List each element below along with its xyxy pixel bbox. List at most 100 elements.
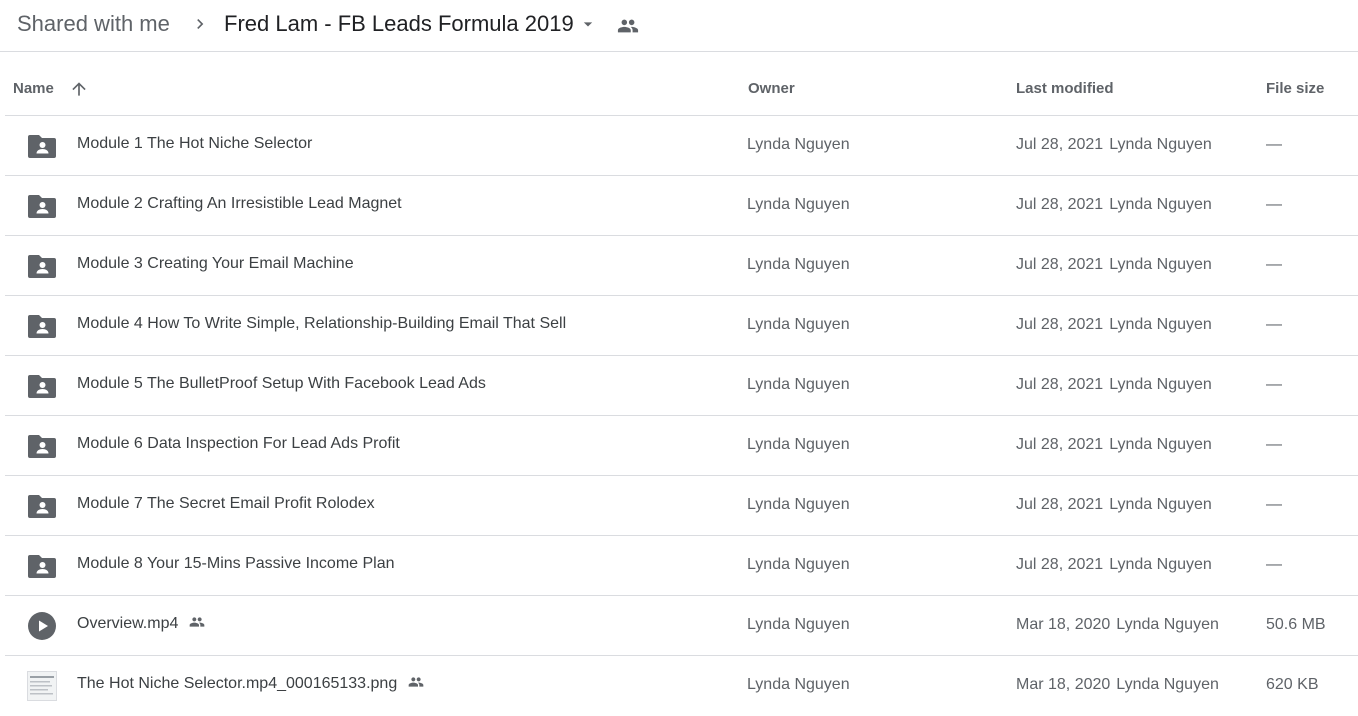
file-last-modified: Jul 28, 2021 Lynda Nguyen xyxy=(1016,136,1212,154)
file-name-text: Module 3 Creating Your Email Machine xyxy=(77,255,354,272)
shared-folder-icon xyxy=(27,313,57,339)
shared-folder-icon xyxy=(27,433,57,459)
video-file-icon xyxy=(27,611,57,640)
arrow-up-icon[interactable] xyxy=(69,79,89,99)
file-name: Module 5 The BulletProof Setup With Face… xyxy=(77,375,486,393)
file-name: Module 4 How To Write Simple, Relationsh… xyxy=(77,315,566,333)
people-icon[interactable] xyxy=(617,15,639,37)
modified-by: Lynda Nguyen xyxy=(1109,196,1212,213)
caret-down-icon[interactable] xyxy=(578,14,598,34)
modified-by: Lynda Nguyen xyxy=(1116,616,1219,633)
shared-folder-icon xyxy=(27,253,57,279)
modified-by: Lynda Nguyen xyxy=(1109,136,1212,153)
column-header-name[interactable]: Name xyxy=(13,80,54,97)
modified-by: Lynda Nguyen xyxy=(1109,256,1212,273)
file-size: — xyxy=(1266,496,1282,513)
file-last-modified: Mar 18, 2020 Lynda Nguyen xyxy=(1016,676,1219,694)
modified-date: Jul 28, 2021 xyxy=(1016,196,1104,213)
column-header-owner[interactable]: Owner xyxy=(748,80,795,97)
modified-date: Jul 28, 2021 xyxy=(1016,556,1104,573)
file-name: Module 1 The Hot Niche Selector xyxy=(77,135,312,153)
file-size: — xyxy=(1266,136,1282,153)
image-thumbnail-icon xyxy=(27,671,57,701)
file-last-modified: Jul 28, 2021 Lynda Nguyen xyxy=(1016,376,1212,394)
column-header-file-size[interactable]: File size xyxy=(1266,80,1324,97)
file-last-modified: Jul 28, 2021 Lynda Nguyen xyxy=(1016,256,1212,274)
file-owner: Lynda Nguyen xyxy=(747,196,850,213)
file-owner: Lynda Nguyen xyxy=(747,376,850,393)
file-name-text: Overview.mp4 xyxy=(77,615,179,632)
modified-date: Jul 28, 2021 xyxy=(1016,496,1104,513)
modified-by: Lynda Nguyen xyxy=(1109,556,1212,573)
file-owner: Lynda Nguyen xyxy=(747,256,850,273)
shared-folder-icon xyxy=(27,553,57,579)
file-size: — xyxy=(1266,256,1282,273)
file-last-modified: Jul 28, 2021 Lynda Nguyen xyxy=(1016,496,1212,514)
breadcrumb-shared-with-me[interactable]: Shared with me xyxy=(17,10,170,38)
file-name: The Hot Niche Selector.mp4_000165133.png xyxy=(77,675,427,693)
shared-folder-icon xyxy=(27,373,57,399)
file-size: — xyxy=(1266,556,1282,573)
shared-folder-icon xyxy=(27,493,57,519)
file-name-text: Module 7 The Secret Email Profit Rolodex xyxy=(77,495,375,512)
file-size: — xyxy=(1266,196,1282,213)
file-owner: Lynda Nguyen xyxy=(747,616,850,633)
file-row[interactable]: Overview.mp4 Lynda Nguyen Mar 18, 2020 Lynd… xyxy=(5,596,1358,656)
file-row[interactable]: Module 1 The Hot Niche Selector Lynda Ngu… xyxy=(5,116,1358,176)
modified-by: Lynda Nguyen xyxy=(1109,436,1212,453)
file-size: 50.6 MB xyxy=(1266,616,1326,633)
file-row[interactable]: Module 8 Your 15-Mins Passive Income Pla… xyxy=(5,536,1358,596)
shared-folder-icon xyxy=(27,133,57,159)
modified-by: Lynda Nguyen xyxy=(1109,496,1212,513)
modified-date: Jul 28, 2021 xyxy=(1016,376,1104,393)
modified-by: Lynda Nguyen xyxy=(1116,676,1219,693)
file-size: — xyxy=(1266,316,1282,333)
modified-date: Jul 28, 2021 xyxy=(1016,436,1104,453)
file-row[interactable]: Module 5 The BulletProof Setup With Face… xyxy=(5,356,1358,416)
file-owner: Lynda Nguyen xyxy=(747,436,850,453)
chevron-right-icon xyxy=(197,19,204,29)
file-last-modified: Jul 28, 2021 Lynda Nguyen xyxy=(1016,556,1212,574)
file-row[interactable]: Module 3 Creating Your Email Machine Lynd… xyxy=(5,236,1358,296)
file-name-text: Module 1 The Hot Niche Selector xyxy=(77,135,313,152)
file-name: Module 7 The Secret Email Profit Rolodex xyxy=(77,495,375,513)
file-name-text: Module 2 Crafting An Irresistible Lead M… xyxy=(77,195,402,212)
file-name-text: Module 8 Your 15-Mins Passive Income Pla… xyxy=(77,555,395,572)
file-last-modified: Jul 28, 2021 Lynda Nguyen xyxy=(1016,316,1212,334)
modified-by: Lynda Nguyen xyxy=(1109,376,1212,393)
file-row[interactable]: Module 4 How To Write Simple, Relationsh… xyxy=(5,296,1358,356)
shared-folder-icon xyxy=(27,193,57,219)
file-row[interactable]: The Hot Niche Selector.mp4_000165133.png… xyxy=(5,656,1358,716)
file-name: Module 6 Data Inspection For Lead Ads Pr… xyxy=(77,435,400,453)
file-size: — xyxy=(1266,376,1282,393)
modified-date: Mar 18, 2020 xyxy=(1016,676,1111,693)
file-name: Module 2 Crafting An Irresistible Lead M… xyxy=(77,195,402,213)
file-owner: Lynda Nguyen xyxy=(747,676,850,693)
file-last-modified: Jul 28, 2021 Lynda Nguyen xyxy=(1016,196,1212,214)
people-icon xyxy=(405,674,427,690)
modified-by: Lynda Nguyen xyxy=(1109,316,1212,333)
file-row[interactable]: Module 2 Crafting An Irresistible Lead M… xyxy=(5,176,1358,236)
modified-date: Jul 28, 2021 xyxy=(1016,316,1104,333)
breadcrumb-bar: Shared with me Fred Lam - FB Leads Formu… xyxy=(0,0,1358,52)
file-list: Module 1 The Hot Niche Selector Lynda Ngu… xyxy=(5,116,1358,716)
file-name: Module 3 Creating Your Email Machine xyxy=(77,255,354,273)
file-row[interactable]: Module 7 The Secret Email Profit Rolodex… xyxy=(5,476,1358,536)
file-name-text: Module 6 Data Inspection For Lead Ads Pr… xyxy=(77,435,400,452)
file-last-modified: Jul 28, 2021 Lynda Nguyen xyxy=(1016,436,1212,454)
file-owner: Lynda Nguyen xyxy=(747,136,850,153)
file-owner: Lynda Nguyen xyxy=(747,496,850,513)
file-last-modified: Mar 18, 2020 Lynda Nguyen xyxy=(1016,616,1219,634)
file-owner: Lynda Nguyen xyxy=(747,556,850,573)
file-name-text: The Hot Niche Selector.mp4_000165133.png xyxy=(77,675,398,692)
modified-date: Jul 28, 2021 xyxy=(1016,136,1104,153)
column-header-last-modified[interactable]: Last modified xyxy=(1016,80,1114,97)
people-icon xyxy=(186,614,208,630)
file-name: Overview.mp4 xyxy=(77,615,208,633)
file-name-text: Module 5 The BulletProof Setup With Face… xyxy=(77,375,486,392)
file-size: 620 KB xyxy=(1266,676,1319,693)
breadcrumb-current-folder[interactable]: Fred Lam - FB Leads Formula 2019 xyxy=(224,10,574,38)
file-row[interactable]: Module 6 Data Inspection For Lead Ads Pr… xyxy=(5,416,1358,476)
modified-date: Jul 28, 2021 xyxy=(1016,256,1104,273)
file-size: — xyxy=(1266,436,1282,453)
